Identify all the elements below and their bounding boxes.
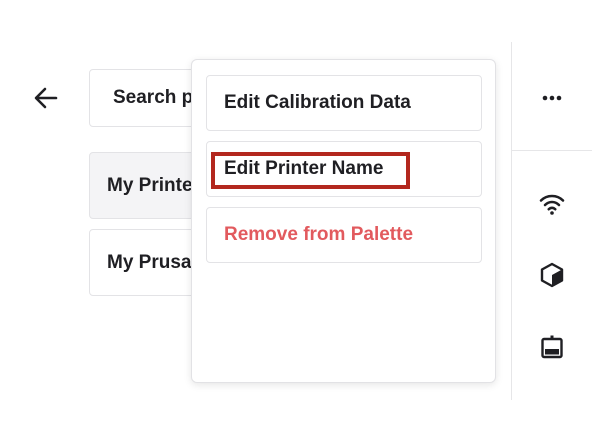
menu-item-label: Edit Printer Name	[224, 158, 384, 179]
search-text: Search p	[113, 87, 194, 108]
more-options-button[interactable]	[534, 80, 570, 116]
sidebar-header-divider	[512, 150, 592, 151]
edit-printer-name-option[interactable]: Edit Printer Name	[206, 141, 482, 197]
edit-calibration-data-option[interactable]: Edit Calibration Data	[206, 75, 482, 131]
sidebar-divider	[511, 42, 512, 400]
back-button[interactable]	[30, 82, 62, 114]
printer-name: My Printe	[107, 174, 193, 196]
printer-name: My Prusa	[107, 251, 192, 273]
arrow-left-icon	[34, 87, 58, 109]
wifi-icon	[539, 194, 565, 215]
menu-item-label: Edit Calibration Data	[224, 92, 411, 113]
cube-icon	[540, 262, 564, 288]
device-icon	[541, 335, 563, 359]
remove-from-palette-option[interactable]: Remove from Palette	[206, 207, 482, 263]
wifi-button[interactable]	[534, 186, 570, 222]
menu-item-label: Remove from Palette	[224, 224, 414, 245]
more-horizontal-icon	[542, 95, 562, 101]
app-screen: Search p My Printe My Prusa Edit Calibra…	[0, 0, 592, 444]
device-button[interactable]	[534, 329, 570, 365]
printer-context-menu: Edit Calibration Data Edit Printer Name …	[191, 59, 496, 383]
material-button[interactable]	[534, 257, 570, 293]
